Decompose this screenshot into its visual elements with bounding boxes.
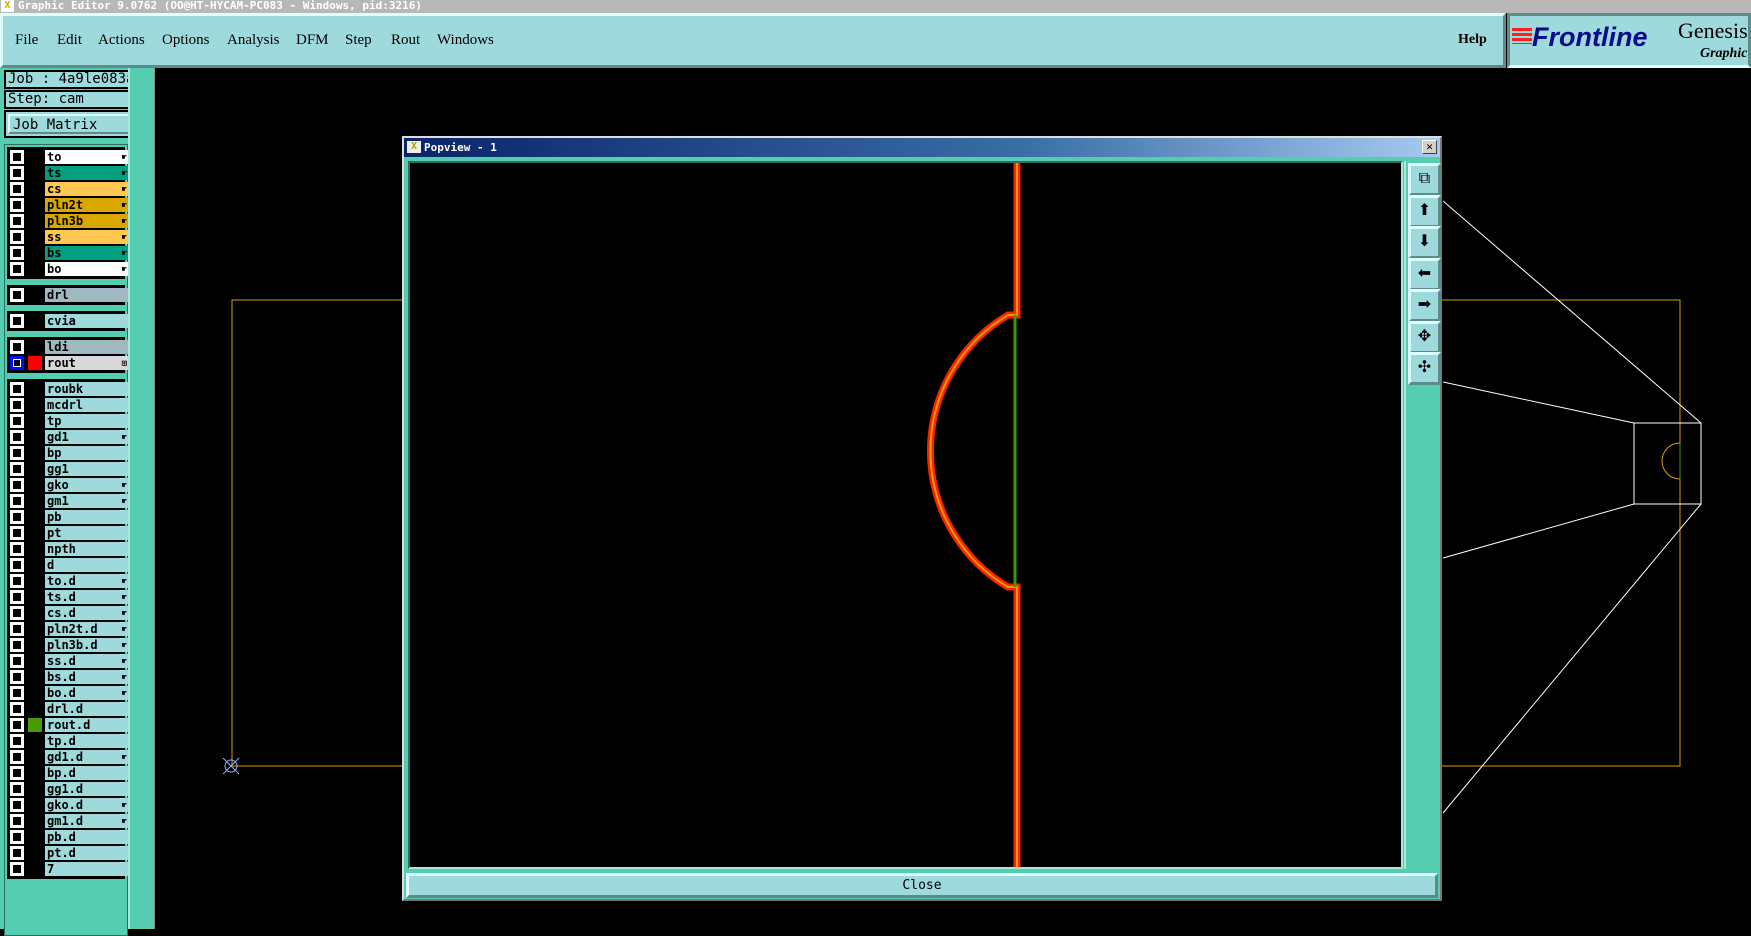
popview-canvas[interactable] [408,161,1403,869]
logo-brand: Frontline [1532,22,1648,52]
window-title-bar: X Graphic Editor 9.0762 (OO@HT-HYCAM-PC08… [0,0,1751,13]
menu-options[interactable]: Options [162,32,210,49]
zoom-home-icon[interactable]: ⧉ [1408,163,1441,196]
popview-window: X Popview - 1 ✕ ⧉ ⬆ ⬇ ⬅ ➡ ✥ ✣ Close [402,136,1442,901]
menu-step[interactable]: Step [345,32,372,49]
zoom-out-icon[interactable]: ✣ [1408,352,1441,385]
extent-line [1442,381,1635,424]
menu-analysis[interactable]: Analysis [227,32,280,49]
popview-title: Popview - 1 [424,141,497,154]
pan-left-icon[interactable]: ⬅ [1408,257,1441,291]
popview-app-icon: X [407,141,421,153]
extent-line [1442,503,1702,814]
popview-drawing [926,163,1021,867]
pan-down-icon[interactable]: ⬇ [1408,226,1441,259]
frontline-logo: Frontline Genesis Graphic [1507,13,1751,68]
popview-title-bar[interactable]: X Popview - 1 ✕ [404,138,1440,157]
menu-edit[interactable]: Edit [57,32,82,49]
popview-extent-rect [1633,422,1702,505]
menu-dfm[interactable]: DFM [296,32,329,49]
close-button[interactable]: Close [406,873,1438,898]
app-icon: X [1,0,14,12]
menu-actions[interactable]: Actions [98,32,145,49]
menu-help[interactable]: Help [1458,32,1487,48]
preview-notch [1661,442,1681,480]
pan-up-icon[interactable]: ⬆ [1408,194,1441,228]
rout-path-center [929,163,1018,867]
menu-bar: File Edit Actions Options Analysis DFM S… [0,13,1506,68]
pan-right-icon[interactable]: ➡ [1408,289,1441,322]
logo-product: Genesis [1678,18,1748,43]
logo-sub: Graphic [1700,46,1748,61]
extent-line [1442,503,1635,559]
origin-cursor-icon [222,757,240,775]
popview-toolbar: ⧉ ⬆ ⬇ ⬅ ➡ ✥ ✣ [1404,161,1441,869]
menu-rout[interactable]: Rout [391,32,420,49]
menu-file[interactable]: File [15,32,38,49]
menu-windows[interactable]: Windows [437,32,494,49]
window-title: Graphic Editor 9.0762 (OO@HT-HYCAM-PC083… [18,0,422,12]
logo-speed-lines [1512,28,1532,44]
zoom-in-icon[interactable]: ✥ [1408,320,1441,354]
popview-close-icon[interactable]: ✕ [1422,140,1437,154]
extent-line [1442,200,1702,424]
